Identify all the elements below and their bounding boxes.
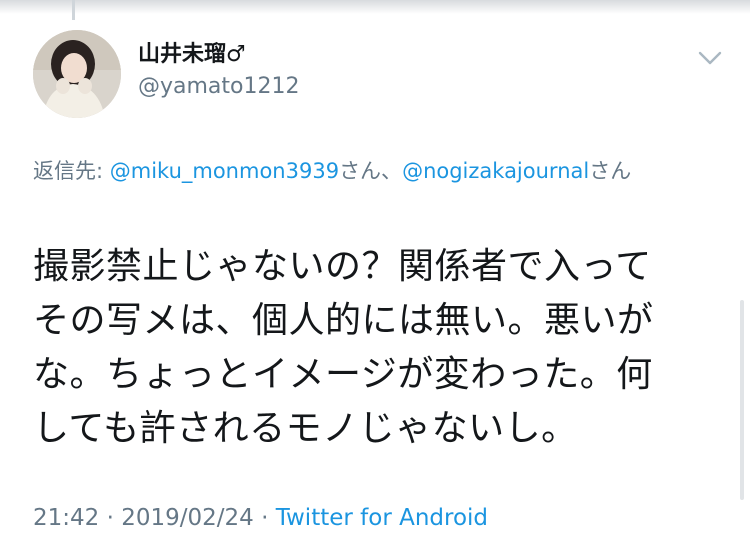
- tweet-text-line: 撮影禁止じゃないの？関係者で入って: [33, 246, 652, 287]
- tweet-metadata: 21:42 · 2019/02/24 · Twitter for Android: [33, 505, 488, 531]
- avatar-image: [33, 30, 121, 118]
- mention-link-2[interactable]: @nogizakajournal: [402, 159, 589, 183]
- top-edge-shadow: [0, 0, 750, 14]
- tweet-text-line: その写メは、個人的には無い。悪いが: [33, 300, 654, 341]
- reply-label: 返信先:: [33, 159, 110, 183]
- chevron-down-icon[interactable]: [696, 46, 724, 70]
- scrollbar[interactable]: [740, 300, 744, 500]
- tweet-text-line: な。ちょっとイメージが変わった。何: [33, 354, 653, 395]
- reply-to-line: 返信先: @miku_monmon3939さん、@nogizakajournal…: [33, 158, 713, 185]
- reply-separator: さん、: [339, 159, 403, 183]
- meta-separator: ·: [253, 505, 276, 531]
- avatar[interactable]: [33, 30, 121, 118]
- tweet-text-line: しても許されるモノじゃないし。: [33, 408, 578, 449]
- meta-separator: ·: [99, 505, 122, 531]
- tweet-text: 撮影禁止じゃないの？関係者で入って その写メは、個人的には無い。悪いが な。ちょ…: [33, 240, 733, 456]
- mention-link-1[interactable]: @miku_monmon3939: [110, 159, 339, 183]
- reply-suffix: さん: [589, 159, 632, 183]
- display-name[interactable]: 山井未瑠♂: [138, 36, 246, 68]
- tweet-time[interactable]: 21:42: [33, 505, 99, 531]
- thread-connector-line: [72, 0, 75, 20]
- tweet-date[interactable]: 2019/02/24: [121, 505, 254, 531]
- tweet-source-link[interactable]: Twitter for Android: [276, 505, 488, 531]
- username[interactable]: @yamato1212: [138, 74, 300, 99]
